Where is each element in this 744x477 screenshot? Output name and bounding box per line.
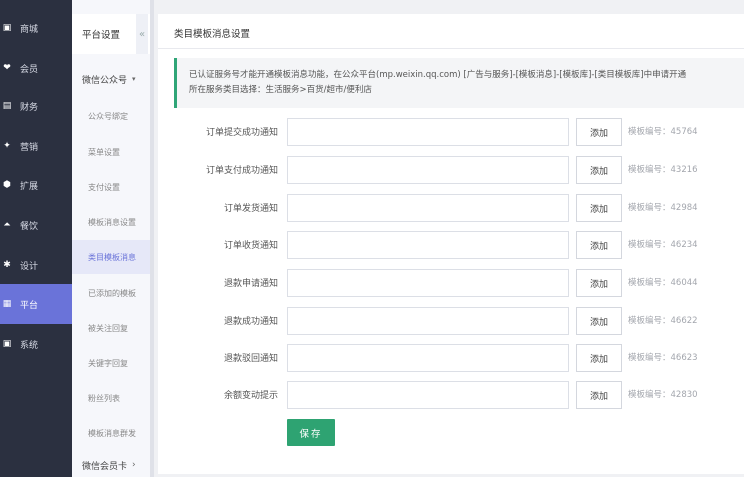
save-button[interactable]: 保存 xyxy=(287,419,335,446)
nav-item-marketing[interactable]: ✦ 营销 xyxy=(0,126,72,166)
template-code: 模板编号：46044 xyxy=(628,278,698,288)
nav-item-finance[interactable]: ▤ 财务 xyxy=(0,86,72,126)
nav-item-label: 系统 xyxy=(20,340,39,351)
chevron-right-icon: › xyxy=(132,460,136,470)
row-label: 订单支付成功通知 xyxy=(205,166,278,176)
template-code: 模板编号：46234 xyxy=(628,240,698,250)
sidebar-item-keyword-reply[interactable]: 关键字回复 xyxy=(72,346,150,380)
template-id-input[interactable] xyxy=(287,344,569,372)
nav-item-label: 会员 xyxy=(20,64,39,75)
nav-item-design[interactable]: ✱ 设计 xyxy=(0,245,72,285)
finance-icon: ▤ xyxy=(2,101,12,111)
template-code: 模板编号：46623 xyxy=(628,353,698,363)
sidebar-item-menu-settings[interactable]: 菜单设置 xyxy=(72,135,150,169)
nav-item-label: 商城 xyxy=(20,24,39,35)
template-code: 模板编号：45764 xyxy=(628,127,698,137)
row-label: 订单提交成功通知 xyxy=(205,128,278,138)
nav-item-label: 扩展 xyxy=(20,181,39,192)
nav-item-label: 餐饮 xyxy=(20,221,39,232)
notice-line-1: 已认证服务号才能开通模板消息功能，在公众平台(mp.weixin.qq.com)… xyxy=(189,70,687,80)
notice-line-2: 所在服务类目选择：生活服务>百货/超市/便利店 xyxy=(189,85,372,95)
template-row: 退款申请通知 添加 模板编号：46044 xyxy=(158,269,744,299)
sidebar-item-template-broadcast[interactable]: 模板消息群发 xyxy=(72,416,150,450)
sidebar-group-label: 微信公众号 xyxy=(82,75,128,86)
nav-item-label: 财务 xyxy=(20,102,39,113)
sidebar-item-category-templates[interactable]: 类目模板消息 xyxy=(72,240,150,274)
nav-item-dining[interactable]: ⏶ 餐饮 xyxy=(0,205,72,245)
collapse-icon[interactable]: « xyxy=(136,14,148,54)
main-panel: 类目模板消息设置 已认证服务号才能开通模板消息功能，在公众平台(mp.weixi… xyxy=(158,14,744,474)
template-id-input[interactable] xyxy=(287,118,569,146)
design-icon: ✱ xyxy=(3,260,11,270)
nav-item-label: 平台 xyxy=(20,300,39,311)
add-button[interactable]: 添加 xyxy=(576,231,622,259)
nav-item-label: 设计 xyxy=(20,261,39,272)
sidebar-item-added-templates[interactable]: 已添加的模板 xyxy=(72,276,150,310)
sidebar-item-fans-list[interactable]: 粉丝列表 xyxy=(72,381,150,415)
sidebar-item-payment-settings[interactable]: 支付设置 xyxy=(72,170,150,204)
template-id-input[interactable] xyxy=(287,194,569,222)
template-row: 退款驳回通知 添加 模板编号：46623 xyxy=(158,344,744,374)
nav-item-platform[interactable]: ▦ 平台 xyxy=(0,284,72,324)
sidebar-item-account-binding[interactable]: 公众号绑定 xyxy=(72,99,150,133)
template-id-input[interactable] xyxy=(287,307,569,335)
sidebar-group-wechat[interactable]: 微信公众号 ▾ xyxy=(72,62,150,96)
add-button[interactable]: 添加 xyxy=(576,118,622,146)
row-label: 订单发货通知 xyxy=(223,204,278,214)
add-button[interactable]: 添加 xyxy=(576,381,622,409)
template-row: 订单支付成功通知 添加 模板编号：43216 xyxy=(158,156,744,186)
megaphone-icon: ✦ xyxy=(3,141,11,151)
system-icon: ▣ xyxy=(2,339,12,349)
sidebar-group-member-card[interactable]: 微信会员卡 › xyxy=(72,450,150,477)
member-icon: ❤ xyxy=(3,63,11,73)
template-code: 模板编号：43216 xyxy=(628,165,698,175)
template-row: 订单发货通知 添加 模板编号：42984 xyxy=(158,194,744,224)
dining-icon: ⏶ xyxy=(3,220,11,230)
row-label: 余额变动提示 xyxy=(223,391,278,401)
template-code: 模板编号：46622 xyxy=(628,316,698,326)
shop-icon: ▣ xyxy=(2,23,12,33)
template-row: 订单收货通知 添加 模板编号：46234 xyxy=(158,231,744,261)
template-id-input[interactable] xyxy=(287,156,569,184)
sidebar-group-label: 微信会员卡 xyxy=(82,461,128,472)
template-code: 模板编号：42830 xyxy=(628,390,698,400)
nav-item-extension[interactable]: ⬢ 扩展 xyxy=(0,165,72,205)
add-button[interactable]: 添加 xyxy=(576,269,622,297)
row-label: 订单收货通知 xyxy=(223,241,278,251)
row-label: 退款驳回通知 xyxy=(223,354,278,364)
template-id-input[interactable] xyxy=(287,381,569,409)
template-id-input[interactable] xyxy=(287,269,569,297)
add-button[interactable]: 添加 xyxy=(576,156,622,184)
extension-icon: ⬢ xyxy=(3,180,11,190)
add-button[interactable]: 添加 xyxy=(576,307,622,335)
template-row: 余额变动提示 添加 模板编号：42830 xyxy=(158,381,744,411)
sidebar-divider xyxy=(150,0,154,477)
row-label: 退款申请通知 xyxy=(223,279,278,289)
info-notice: 已认证服务号才能开通模板消息功能，在公众平台(mp.weixin.qq.com)… xyxy=(174,58,744,108)
template-id-input[interactable] xyxy=(287,231,569,259)
template-code: 模板编号：42984 xyxy=(628,203,698,213)
secondary-sidebar: 平台设置 « 微信公众号 ▾ 公众号绑定 菜单设置 支付设置 模板消息设置 类目… xyxy=(72,0,150,477)
template-row: 订单提交成功通知 添加 模板编号：45764 xyxy=(158,118,744,148)
sidebar-item-template-settings[interactable]: 模板消息设置 xyxy=(72,205,150,239)
main-nav: ▣ 商城 ❤ 会员 ▤ 财务 ✦ 营销 ⬢ 扩展 ⏶ 餐饮 ✱ 设计 ▦ 平台 … xyxy=(0,0,72,477)
platform-icon: ▦ xyxy=(2,299,12,309)
nav-item-label: 营销 xyxy=(20,142,39,153)
sidebar-item-follow-reply[interactable]: 被关注回复 xyxy=(72,311,150,345)
page-title: 类目模板消息设置 xyxy=(174,29,251,40)
nav-item-member[interactable]: ❤ 会员 xyxy=(0,48,72,88)
add-button[interactable]: 添加 xyxy=(576,344,622,372)
add-button[interactable]: 添加 xyxy=(576,194,622,222)
title-divider xyxy=(158,48,744,49)
nav-item-system[interactable]: ▣ 系统 xyxy=(0,324,72,364)
nav-item-shop[interactable]: ▣ 商城 xyxy=(0,8,72,48)
chevron-down-icon: ▾ xyxy=(132,75,136,83)
template-row: 退款成功通知 添加 模板编号：46622 xyxy=(158,307,744,337)
row-label: 退款成功通知 xyxy=(223,317,278,327)
